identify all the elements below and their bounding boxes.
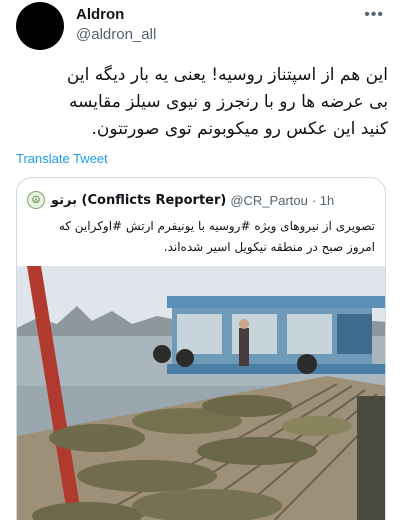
quoted-tweet[interactable]: ☮ برتو (Conflicts Reporter) @CR_Partou ·… — [16, 177, 386, 520]
quoted-text-line: تصویری از نیروهای ویژه #روسیه با یونیفرم… — [58, 219, 375, 233]
author-block: Aldron @aldron_all — [76, 6, 156, 43]
tweet-text-line: این هم از اسپتناز روسیه! یعنی یه بار دیگ… — [66, 65, 388, 85]
quoted-photo[interactable] — [17, 266, 386, 520]
quoted-author-name: برتو (Conflicts Reporter) — [51, 192, 227, 208]
quoted-text-line: امروز صبح در منطقه نیکویل اسیر شده‌اند. — [163, 240, 375, 254]
quoted-author-handle: @CR_Partou — [230, 192, 308, 208]
quoted-header: ☮ برتو (Conflicts Reporter) @CR_Partou ·… — [27, 190, 375, 210]
avatar[interactable] — [16, 2, 64, 50]
tweet-text-line: کنید این عکس رو میکوبونم توی صورتتون. — [91, 119, 388, 139]
author-name[interactable]: Aldron — [76, 6, 156, 23]
translate-tweet-link[interactable]: Translate Tweet — [16, 151, 108, 166]
reporter-logo-icon: ☮ — [27, 191, 45, 209]
tweet-text: این هم از اسپتناز روسیه! یعنی یه بار دیگ… — [14, 62, 388, 143]
author-handle[interactable]: @aldron_all — [76, 26, 156, 43]
quoted-time: · 1h — [311, 192, 335, 208]
quoted-text: تصویری از نیروهای ویژه #روسیه با یونیفرم… — [27, 216, 375, 258]
tweet-text-line: بی عرضه ها رو با رنجرز و نیوی سیلز مقایس… — [68, 92, 388, 112]
more-horizontal-icon[interactable]: ••• — [364, 6, 384, 24]
